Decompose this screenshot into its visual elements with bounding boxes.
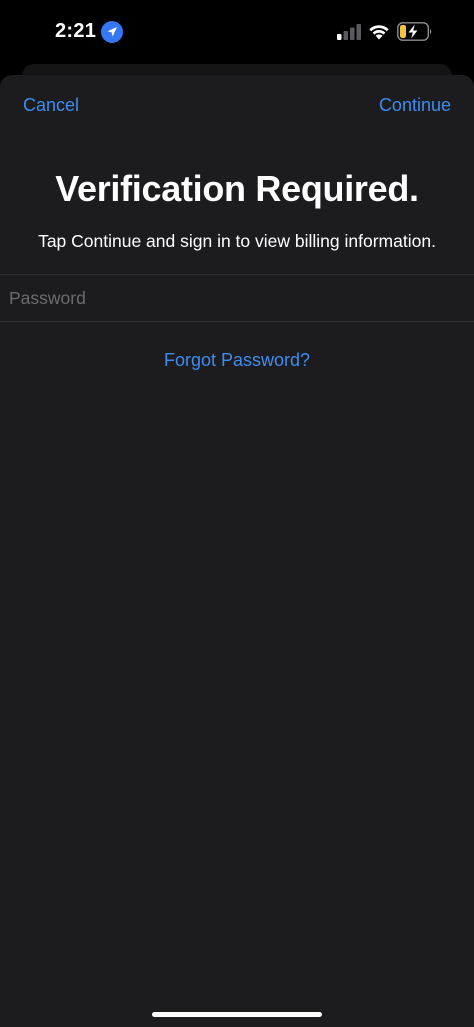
- page-subtitle: Tap Continue and sign in to view billing…: [38, 231, 436, 251]
- forgot-password-link[interactable]: Forgot Password?: [0, 350, 474, 371]
- cancel-button[interactable]: Cancel: [23, 95, 79, 116]
- wifi-icon: [369, 25, 389, 40]
- home-indicator[interactable]: [152, 1012, 322, 1017]
- page-title: Verification Required.: [55, 168, 419, 209]
- battery-charging-icon: [397, 22, 432, 41]
- screen: 2:21 Cancel Continue Verification Requir…: [0, 0, 474, 1027]
- password-field-row: [0, 274, 474, 322]
- status-time: 2:21: [55, 20, 97, 42]
- continue-button[interactable]: Continue: [379, 95, 451, 116]
- verification-sheet: Cancel Continue Verification Required. T…: [0, 75, 474, 1027]
- location-arrow-icon: [101, 21, 123, 43]
- password-field[interactable]: [9, 275, 459, 321]
- status-bar: 2:21: [0, 0, 474, 64]
- cellular-signal-icon: [337, 24, 361, 40]
